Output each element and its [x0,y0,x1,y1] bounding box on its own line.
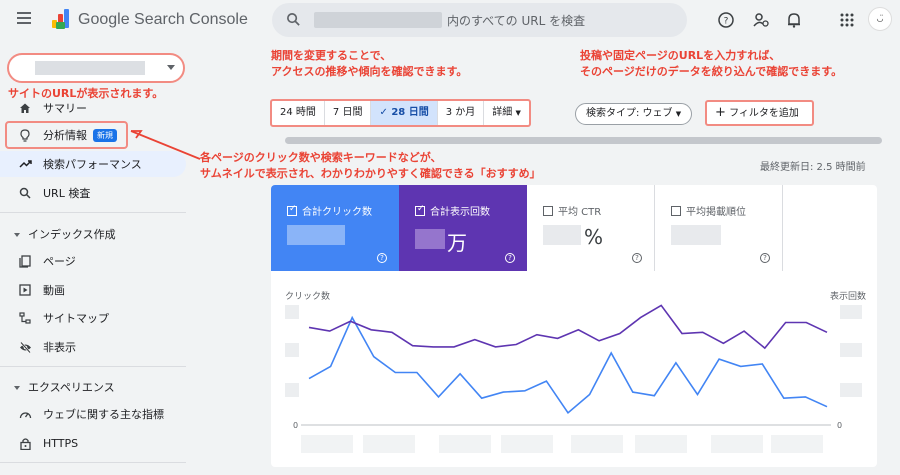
date-range-group: 24 時間 7 日間 ✓ 28 日間 3 か月 詳細 ▼ [270,99,531,127]
search-icon [287,13,300,26]
sidebar-item-cwv[interactable]: ウェブに関する主な指標 [0,401,186,427]
url-inspect-search[interactable]: 内のすべての URL を検査 [272,3,687,37]
pages-icon [18,254,32,268]
section-label: インデックス作成 [28,228,116,241]
speedometer-icon [18,407,32,421]
range-more[interactable]: 詳細 ▼ [484,101,529,125]
sidebar-item-label: HTTPS [43,436,79,450]
right-axis-zero: 0 [837,421,842,430]
sidebar-section-index[interactable]: インデックス作成 [14,226,116,242]
sidebar-item-pages[interactable]: ページ [0,248,186,274]
button-label: フィルタを追加 [729,108,799,119]
site-url-blurred [314,12,442,28]
svg-text:?: ? [724,17,729,27]
app-title: Google Search Console [78,11,248,28]
caret-down-icon [14,386,20,390]
help-icon[interactable]: ? [717,11,735,29]
annotation-period-line1: 期間を変更することで、 [271,49,392,62]
annotation-period-line2: アクセスの推移や傾向を確認できます。 [271,65,468,78]
caret-down-icon: ▼ [515,109,521,117]
sidebar-item-label: URL 検査 [43,187,91,200]
annotation-filter-line1: 投稿や固定ページのURLを入力すれば、 [580,49,781,62]
sidebar-item-summary[interactable]: サマリー [0,95,186,121]
search-console-logo-icon [52,9,69,29]
trending-up-icon [18,157,32,171]
user-settings-icon[interactable] [752,11,770,29]
add-filter-button[interactable]: + フィルタを追加 [705,100,814,126]
range-3m[interactable]: 3 か月 [438,101,485,125]
annotation-insights-line2: サムネイルで表示され、わかりわかりやすく確認できる「おすすめ」 [200,167,541,180]
video-icon [18,283,32,297]
sidebar-item-label: 分析情報 [43,129,87,142]
sidebar-item-sitemaps[interactable]: サイトマップ [0,305,186,331]
range-7d[interactable]: 7 日間 [325,101,372,125]
left-axis-label: クリック数 [285,290,330,302]
sidebar-divider [0,366,186,367]
home-icon [18,101,32,115]
sidebar-item-label: サイトマップ [43,312,109,325]
top-app-bar: Google Search Console 内のすべての URL を検査 ? ◡… [0,0,900,40]
sidebar-item-label: サマリー [43,102,87,115]
account-avatar[interactable]: ◡̈ [868,7,892,31]
range-28d[interactable]: ✓ 28 日間 [371,101,438,125]
sidebar-item-videos[interactable]: 動画 [0,277,186,303]
sidebar-item-removals[interactable]: 非表示 [0,334,186,360]
impressions-series-line [308,304,828,350]
sidebar-item-url-inspection[interactable]: URL 検査 [0,180,186,206]
lock-icon [18,436,32,450]
new-badge: 新規 [93,128,117,142]
section-label: エクスペリエンス [28,381,115,394]
blurred-date-labels [301,435,823,453]
performance-chart: クリック数 表示回数 0 0 [285,290,866,453]
left-axis-zero: 0 [293,421,298,430]
sidebar-divider [0,462,186,463]
lightbulb-icon [18,128,32,142]
horizontal-scrollbar[interactable] [285,137,882,144]
annotation-arrow [130,130,201,160]
search-type-chip[interactable]: 検索タイプ: ウェブ ▼ [575,103,693,125]
search-icon [18,186,32,200]
sidebar-item-label: 非表示 [43,341,76,354]
notifications-icon[interactable] [785,11,803,29]
sidebar-section-experience[interactable]: エクスペリエンス [14,379,115,395]
property-url-blurred [35,61,145,75]
menu-icon[interactable] [17,12,31,24]
chip-label: 検索タイプ: ウェブ [586,108,673,119]
performance-card: 合計クリック数 ? 合計表示回数 万 ? 平均 CTR % ? 平均掲載順位 ?… [271,185,877,467]
apps-grid-icon[interactable] [838,11,856,29]
sidebar-item-label: 動画 [43,284,65,297]
sidebar-item-label: 検索パフォーマンス [43,158,142,171]
search-placeholder: 内のすべての URL を検査 [447,14,586,28]
range-label: 28 日間 [391,107,429,118]
annotation-insights-line1: 各ページのクリック数や検索キーワードなどが、 [200,151,442,164]
range-label: 詳細 [492,107,513,118]
property-selector[interactable] [7,53,185,83]
annotation-filter-line2: そのページだけのデータを絞り込んで確認できます。 [580,65,843,78]
sidebar-item-https[interactable]: HTTPS [0,430,186,456]
sidebar-item-label: ウェブに関する主な指標 [43,408,164,421]
chevron-down-icon [167,65,175,70]
eye-off-icon [18,340,32,354]
range-24h[interactable]: 24 時間 [272,101,325,125]
right-axis-label: 表示回数 [830,290,866,302]
caret-down-icon [14,233,20,237]
sitemap-icon [18,311,32,325]
last-updated-text: 最終更新日: 2.5 時間前 [760,162,866,173]
sidebar-divider [0,212,186,213]
plus-icon: + [715,105,726,120]
check-icon: ✓ [379,107,392,118]
sidebar-item-label: ページ [43,255,76,268]
caret-down-icon: ▼ [675,110,682,118]
